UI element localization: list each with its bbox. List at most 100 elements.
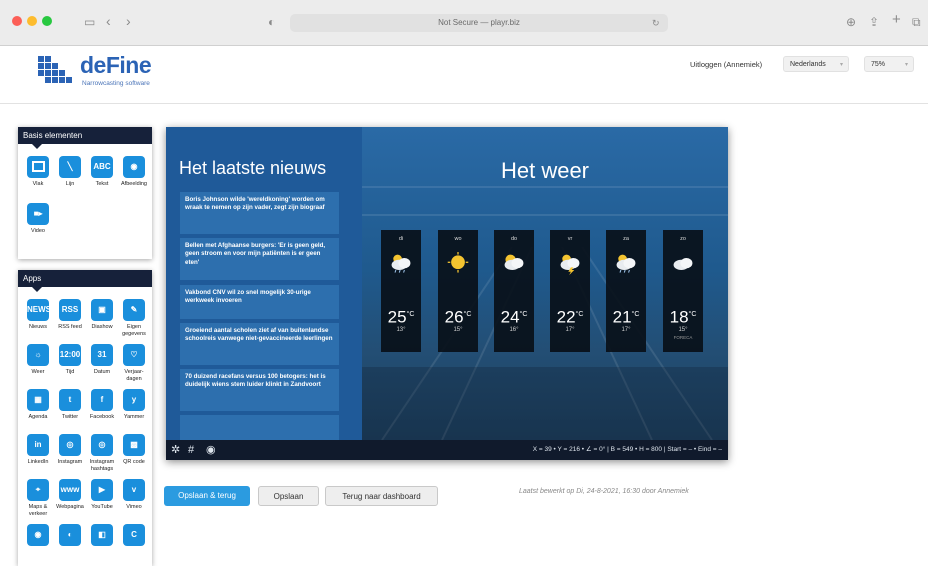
app-tile[interactable]: ◐ bbox=[54, 524, 86, 549]
low-temp: 16° bbox=[509, 326, 519, 333]
app-tile[interactable]: ✎ Eigen gegevens bbox=[118, 299, 150, 337]
language-value: Nederlands bbox=[790, 61, 826, 68]
address-bar[interactable]: Not Secure — playr.biz bbox=[290, 14, 668, 32]
editor-canvas[interactable]: Het laatste nieuws Boris Johnson wilde '… bbox=[166, 127, 728, 460]
app-label: Webpagina bbox=[56, 504, 84, 510]
app-tile[interactable]: f Facebook bbox=[86, 389, 118, 421]
app-tile[interactable]: ◉ bbox=[22, 524, 54, 549]
app-label: LinkedIn bbox=[27, 459, 49, 465]
zoom-window-button[interactable] bbox=[42, 16, 52, 26]
tool-lijn[interactable]: ╲ Lijn bbox=[54, 156, 86, 188]
app-tile[interactable]: t Twitter bbox=[54, 389, 86, 421]
browser-toolbar: ▭ ‹ › ◐ Not Secure — playr.biz ↻ ⊕ ⇪ + ⧉ bbox=[0, 0, 928, 46]
tab-overview-icon[interactable]: ⧉ bbox=[912, 15, 921, 29]
day-name: zo bbox=[680, 236, 686, 242]
chevron-down-icon: ▾ bbox=[904, 62, 908, 68]
minimize-window-button[interactable] bbox=[27, 16, 37, 26]
app-label: QR code bbox=[123, 459, 145, 465]
app-tile[interactable]: 31 Datum bbox=[86, 344, 118, 376]
canvas-statusbar: ✲ # ◉ X = 39 • Y = 216 • ∠ = 0° | B = 54… bbox=[166, 440, 728, 460]
logout-link[interactable]: Uitloggen (Annemiek) bbox=[690, 60, 762, 69]
app-tile[interactable]: ◎ Instagram bbox=[54, 434, 86, 466]
low-temp: 13° bbox=[396, 326, 406, 333]
app-tile[interactable]: www Webpagina bbox=[54, 479, 86, 511]
back-icon[interactable]: ‹ bbox=[106, 14, 111, 28]
day-name: za bbox=[623, 236, 629, 242]
weather-day-card: wo 26°C 15° bbox=[438, 230, 478, 352]
app-icon: RSS bbox=[59, 299, 81, 321]
panel-title: Apps bbox=[18, 270, 152, 292]
back-to-dashboard-button[interactable]: Terug naar dashboard bbox=[325, 486, 438, 506]
last-edited-text: Laatst bewerkt op Di, 24-8-2021, 16:30 d… bbox=[519, 488, 689, 495]
zoom-value: 75% bbox=[871, 61, 886, 68]
weather-day-card: di 25°C 13° bbox=[381, 230, 421, 352]
app-icon: ◐ bbox=[59, 524, 81, 546]
gear-icon[interactable]: ✲ bbox=[171, 440, 180, 460]
app-icon: ⌖ bbox=[27, 479, 49, 501]
save-button[interactable]: Opslaan bbox=[258, 486, 319, 506]
tool-afbeelding[interactable]: ◉ Afbeelding bbox=[118, 156, 150, 188]
app-icon: f bbox=[91, 389, 113, 411]
news-item: Bellen met Afghaanse burgers: 'Er is gee… bbox=[180, 238, 339, 280]
high-temp: 22°C bbox=[556, 307, 584, 327]
tool-tekst[interactable]: ABC Tekst bbox=[86, 156, 118, 188]
app-tile[interactable]: ▣ Diashow bbox=[86, 299, 118, 331]
app-label: Facebook bbox=[89, 414, 115, 420]
app-label: Datum bbox=[93, 369, 111, 375]
app-tile[interactable]: ⌖ Maps & verkeer bbox=[22, 479, 54, 517]
language-select[interactable]: Nederlands ▾ bbox=[783, 56, 849, 72]
news-item: 70 duizend racefans versus 100 betogers:… bbox=[180, 369, 339, 411]
app-tile[interactable]: ☼ Weer bbox=[22, 344, 54, 376]
app-label: YouTube bbox=[91, 504, 113, 510]
download-icon[interactable]: ⊕ bbox=[846, 15, 856, 29]
app-tile[interactable]: ▦ Agenda bbox=[22, 389, 54, 421]
preview-play-icon[interactable]: ◉ bbox=[206, 440, 216, 460]
app-icon: ☼ bbox=[27, 344, 49, 366]
coordinates-readout: X = 39 • Y = 216 • ∠ = 0° | B = 549 • H … bbox=[532, 446, 722, 453]
partly-cloudy-icon bbox=[500, 252, 528, 276]
tool-vlak[interactable]: Vlak bbox=[22, 156, 54, 188]
app-tile[interactable]: RSS RSS feed bbox=[54, 299, 86, 331]
app-label: Yammer bbox=[123, 414, 145, 420]
rain-cloud-icon bbox=[387, 252, 415, 276]
app-label: Instagram hashtags bbox=[89, 459, 115, 472]
forward-icon[interactable]: › bbox=[126, 14, 131, 28]
save-and-back-button[interactable]: Opslaan & terug bbox=[164, 486, 250, 506]
reload-icon[interactable]: ↻ bbox=[652, 16, 660, 30]
app-tile[interactable]: in LinkedIn bbox=[22, 434, 54, 466]
app-tile[interactable]: NEWS Nieuws bbox=[22, 299, 54, 331]
app-tile[interactable]: ▶ YouTube bbox=[86, 479, 118, 511]
app-tile[interactable]: 12:00 Tijd bbox=[54, 344, 86, 376]
app-tile[interactable]: ♡ Verjaar-dagen bbox=[118, 344, 150, 382]
tool-video[interactable]: ■▸ Video bbox=[22, 203, 54, 235]
news-widget[interactable]: Het laatste nieuws Boris Johnson wilde '… bbox=[166, 127, 362, 440]
app-tile[interactable]: ▩ QR code bbox=[118, 434, 150, 466]
app-icon: ▦ bbox=[27, 389, 49, 411]
app-tile[interactable]: v Vimeo bbox=[118, 479, 150, 511]
chevron-down-icon: ▾ bbox=[839, 62, 843, 68]
share-icon[interactable]: ⇪ bbox=[869, 15, 879, 29]
app-label: Vimeo bbox=[126, 504, 142, 510]
privacy-shield-icon[interactable]: ◐ bbox=[268, 15, 275, 29]
apps-panel: Apps NEWS Nieuws RSS RSS feed ▣ Diashow ✎ Eigen… bbox=[18, 270, 152, 566]
high-temp: 21°C bbox=[612, 307, 640, 327]
zoom-select[interactable]: 75% ▾ bbox=[864, 56, 914, 72]
sidebar-icon[interactable]: ▭ bbox=[84, 15, 95, 29]
app-tile[interactable]: ◧ bbox=[86, 524, 118, 549]
app-tile[interactable]: y Yammer bbox=[118, 389, 150, 421]
close-window-button[interactable] bbox=[12, 16, 22, 26]
app-icon: v bbox=[123, 479, 145, 501]
low-temp: 15° bbox=[453, 326, 463, 333]
app-tile[interactable]: C bbox=[118, 524, 150, 549]
thunder-cloud-icon bbox=[556, 252, 584, 276]
new-tab-icon[interactable]: + bbox=[892, 12, 901, 27]
app-label: Weer bbox=[31, 369, 45, 375]
high-temp: 24°C bbox=[500, 307, 528, 327]
app-tile[interactable]: ◎ Instagram hashtags bbox=[86, 434, 118, 472]
logo-tagline: Narrowcasting software bbox=[82, 80, 150, 87]
weather-day-card: vr 22°C 17° bbox=[550, 230, 590, 352]
grid-icon[interactable]: # bbox=[188, 440, 194, 460]
app-icon: 31 bbox=[91, 344, 113, 366]
video-icon: ■▸ bbox=[27, 203, 49, 225]
panel-title: Basis elementen bbox=[18, 127, 152, 149]
